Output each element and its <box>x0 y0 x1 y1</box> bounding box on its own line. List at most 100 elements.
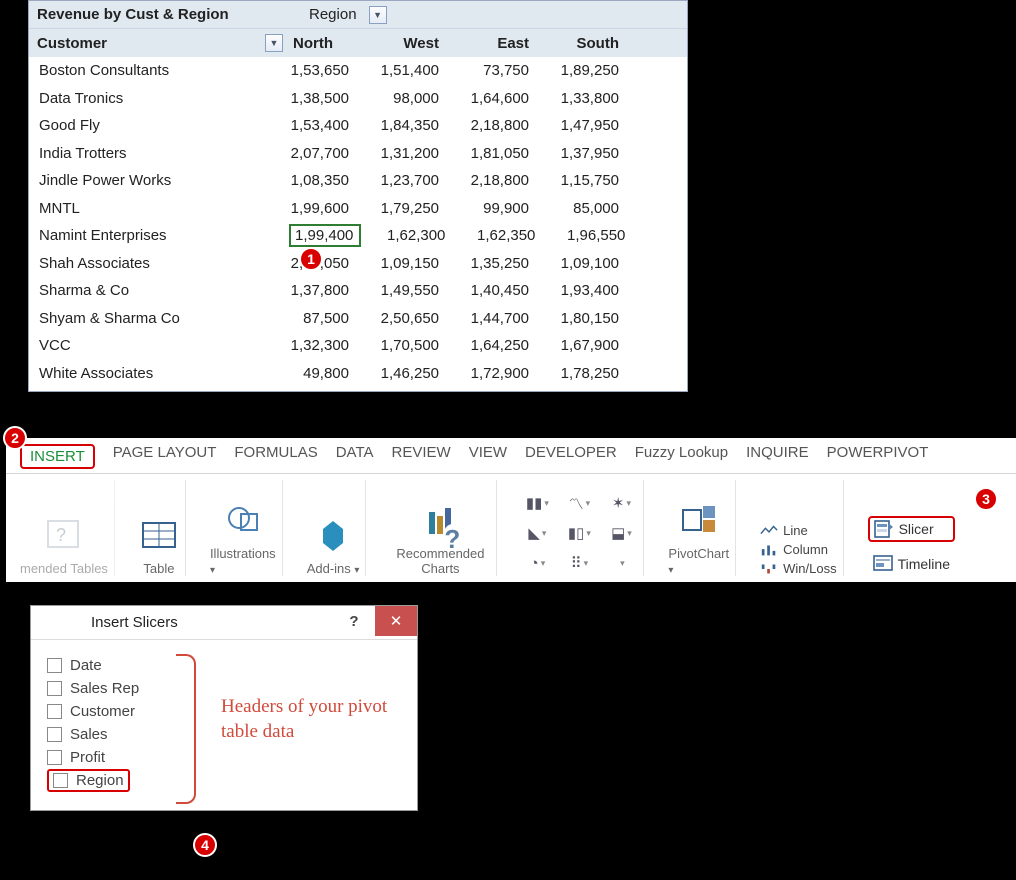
area-chart-icon: ◣ <box>521 520 553 546</box>
pivot-row[interactable]: Sharma & Co1,37,8001,49,5501,40,4501,93,… <box>29 277 687 305</box>
pivot-cell[interactable]: 1,78,250 <box>537 365 627 382</box>
pivot-cell[interactable]: 87,500 <box>289 310 357 327</box>
checkbox-icon[interactable] <box>47 727 62 742</box>
pivot-cell[interactable]: 1,62,300 <box>363 227 453 244</box>
pivot-cell[interactable]: 1,23,700 <box>357 172 447 189</box>
addins-icon[interactable] <box>313 515 353 555</box>
sparkline-column[interactable]: Column <box>760 542 836 557</box>
pivot-cell[interactable]: 99,900 <box>447 200 537 217</box>
sparkline-line[interactable]: Line <box>760 523 836 538</box>
pivot-row[interactable]: Namint Enterprises1,99,4001,62,3001,62,3… <box>29 222 687 250</box>
pivot-cell[interactable]: 2,50,650 <box>357 310 447 327</box>
pivot-cell[interactable]: 1,79,250 <box>357 200 447 217</box>
pivot-cell[interactable]: 1,80,150 <box>537 310 627 327</box>
pivot-cell[interactable]: 1,81,050 <box>447 145 537 162</box>
illustrations-icon[interactable] <box>223 500 263 540</box>
pivot-cell[interactable]: 1,15,750 <box>537 172 627 189</box>
pivot-cell[interactable]: 1,40,450 <box>447 282 537 299</box>
ribbon-tab-review[interactable]: REVIEW <box>392 444 451 469</box>
checkbox-icon[interactable] <box>53 773 68 788</box>
ribbon-tab-formulas[interactable]: FORMULAS <box>234 444 317 469</box>
pivot-cell[interactable]: 1,99,400 <box>289 227 363 244</box>
ribbon-tab-fuzzy-lookup[interactable]: Fuzzy Lookup <box>635 444 728 469</box>
pivot-cell[interactable]: 1,37,950 <box>537 145 627 162</box>
pivot-cell[interactable]: 2,07,700 <box>289 145 357 162</box>
pivot-cell[interactable]: 1,96,550 <box>543 227 633 244</box>
ribbon-tab-powerpivot[interactable]: POWERPIVOT <box>827 444 929 469</box>
timeline-button[interactable]: Timeline <box>868 552 955 576</box>
recommended-pivottables-icon[interactable]: ? <box>44 515 84 555</box>
pivotchart-icon[interactable] <box>679 500 719 540</box>
pivot-cell[interactable]: 1,46,250 <box>357 365 447 382</box>
ribbon-tab-page-layout[interactable]: PAGE LAYOUT <box>113 444 217 469</box>
sparkline-winloss[interactable]: Win/Loss <box>760 561 836 576</box>
pivot-cell[interactable]: 1,38,500 <box>289 90 357 107</box>
pivot-cell[interactable]: 1,53,400 <box>289 117 357 134</box>
pivot-cell[interactable]: 1,84,350 <box>357 117 447 134</box>
ribbon-tab-insert[interactable]: INSERT <box>20 444 95 469</box>
col-header-south[interactable]: South <box>537 35 627 52</box>
pivot-row[interactable]: Data Tronics1,38,50098,0001,64,6001,33,8… <box>29 85 687 113</box>
chart-type-gallery[interactable]: ▮▮ 〽 ✶ ◣ ▮▯ ⬓ ◔ ⠿ <box>521 490 637 576</box>
pivot-cell[interactable]: 1,72,900 <box>447 365 537 382</box>
table-icon[interactable] <box>139 515 179 555</box>
pivot-row[interactable]: India Trotters2,07,7001,31,2001,81,0501,… <box>29 140 687 168</box>
pivot-cell[interactable]: 1,32,300 <box>289 337 357 354</box>
pivot-cell[interactable]: 1,44,700 <box>447 310 537 327</box>
pivot-cell[interactable]: 73,750 <box>447 62 537 79</box>
pivot-cell[interactable]: 1,31,200 <box>357 145 447 162</box>
pivot-cell[interactable]: 1,49,550 <box>357 282 447 299</box>
pivot-cell[interactable]: 1,47,950 <box>537 117 627 134</box>
pivot-cell[interactable]: 1,51,400 <box>357 62 447 79</box>
pivot-cell[interactable]: 1,89,250 <box>537 62 627 79</box>
pivot-row[interactable]: Boston Consultants1,53,6501,51,40073,750… <box>29 57 687 85</box>
slicer-field-option[interactable]: Region <box>47 769 130 792</box>
col-header-north[interactable]: North <box>289 35 357 52</box>
pivot-cell[interactable]: 1,99,600 <box>289 200 357 217</box>
ribbon-tab-data[interactable]: DATA <box>336 444 374 469</box>
pivot-row[interactable]: VCC1,32,3001,70,5001,64,2501,67,900 <box>29 332 687 360</box>
checkbox-icon[interactable] <box>47 704 62 719</box>
pivot-cell[interactable]: 1,35,250 <box>447 255 537 272</box>
checkbox-icon[interactable] <box>47 658 62 673</box>
pivot-cell[interactable]: 1,64,250 <box>447 337 537 354</box>
pivot-cell[interactable]: 1,93,400 <box>537 282 627 299</box>
slicer-field-option[interactable]: Date <box>47 654 403 677</box>
dialog-help-button[interactable]: ? <box>333 606 375 636</box>
ribbon-tab-inquire[interactable]: INQUIRE <box>746 444 809 469</box>
pivot-cell[interactable]: 1,09,150 <box>357 255 447 272</box>
pivot-row[interactable]: Shah Associates2,69,0501,09,1501,35,2501… <box>29 250 687 278</box>
col-header-west[interactable]: West <box>357 35 447 52</box>
ribbon-tab-view[interactable]: VIEW <box>469 444 507 469</box>
pivot-cell[interactable]: 1,37,800 <box>289 282 357 299</box>
pivot-cell[interactable]: 1,70,500 <box>357 337 447 354</box>
pivot-row[interactable]: Jindle Power Works1,08,3501,23,7002,18,8… <box>29 167 687 195</box>
checkbox-icon[interactable] <box>47 681 62 696</box>
pivot-row[interactable]: White Associates49,8001,46,2501,72,9001,… <box>29 360 687 388</box>
pivot-cell[interactable]: 85,000 <box>537 200 627 217</box>
pivot-row[interactable]: MNTL1,99,6001,79,25099,90085,000 <box>29 195 687 223</box>
pivot-cell[interactable]: 49,800 <box>289 365 357 382</box>
checkbox-icon[interactable] <box>47 750 62 765</box>
recommended-charts-icon[interactable]: ? <box>420 500 460 540</box>
slicer-field-option[interactable]: Profit <box>47 746 403 769</box>
pivot-cell[interactable]: 1,09,100 <box>537 255 627 272</box>
pivot-cell[interactable]: 1,33,800 <box>537 90 627 107</box>
slicer-button[interactable]: Slicer <box>868 516 955 542</box>
pivot-cell[interactable]: 1,67,900 <box>537 337 627 354</box>
pivot-cell[interactable]: 2,18,800 <box>447 117 537 134</box>
col-header-east[interactable]: East <box>447 35 537 52</box>
region-filter-dropdown[interactable]: ▼ <box>369 6 387 24</box>
customer-filter-dropdown[interactable]: ▼ <box>265 34 283 52</box>
pivot-cell[interactable]: 1,53,650 <box>289 62 357 79</box>
dialog-close-button[interactable]: ✕ <box>375 606 417 636</box>
pivot-row[interactable]: Shyam & Sharma Co87,5002,50,6501,44,7001… <box>29 305 687 333</box>
slicer-field-label: Region <box>76 772 124 789</box>
ribbon-tab-developer[interactable]: DEVELOPER <box>525 444 617 469</box>
pivot-row[interactable]: Good Fly1,53,4001,84,3502,18,8001,47,950 <box>29 112 687 140</box>
pivot-cell[interactable]: 1,62,350 <box>453 227 543 244</box>
pivot-cell[interactable]: 1,08,350 <box>289 172 357 189</box>
pivot-cell[interactable]: 1,64,600 <box>447 90 537 107</box>
pivot-cell[interactable]: 2,18,800 <box>447 172 537 189</box>
pivot-cell[interactable]: 98,000 <box>357 90 447 107</box>
